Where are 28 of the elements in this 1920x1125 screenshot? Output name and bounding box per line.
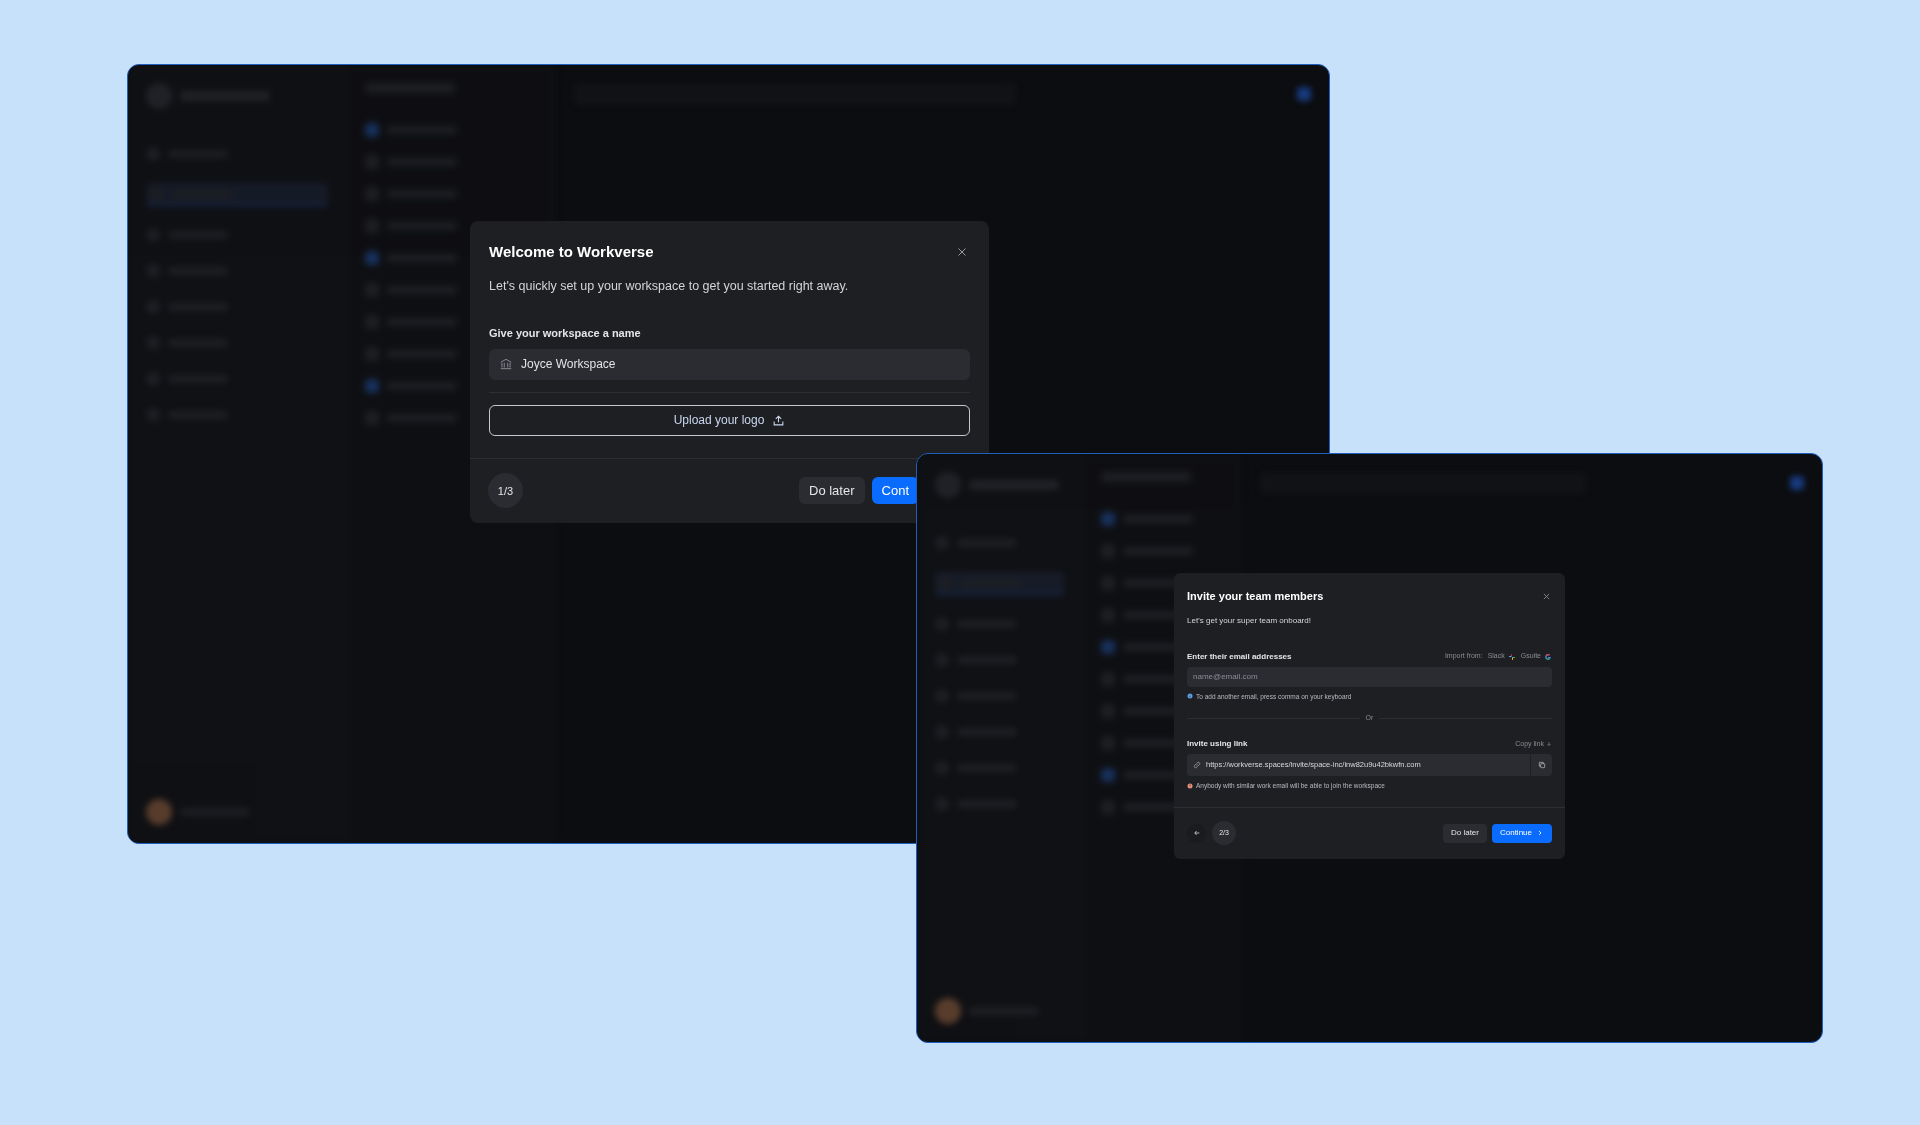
g-logo-icon	[1544, 652, 1552, 661]
continue-button[interactable]: Cont	[871, 477, 919, 505]
bank-icon	[499, 357, 513, 372]
field-label: Enter their email addresses	[1187, 650, 1292, 663]
modal-subtitle: Let’s get your super team onboard!	[1187, 614, 1312, 627]
upload-logo-button[interactable]: Upload your logo	[489, 404, 970, 436]
step-indicator: 1/3	[488, 473, 523, 509]
modal-title: Welcome to Workverse	[489, 242, 654, 262]
hash-logo-icon	[1507, 652, 1516, 661]
do-later-button[interactable]: Do later	[799, 477, 865, 505]
do-later-button[interactable]: Do later	[1442, 823, 1487, 843]
chevron-right-icon	[1536, 829, 1544, 838]
modal-title: Invite your team members	[1187, 589, 1324, 604]
modal-subtitle: Let's quickly set up your workspace to get you started right away.	[489, 277, 850, 295]
arrow-left-icon	[1192, 829, 1201, 838]
field-label: Give your workspace a name	[489, 326, 642, 342]
back-button[interactable]	[1187, 823, 1206, 843]
continue-button[interactable]: Continue	[1491, 823, 1552, 843]
warning-icon	[1187, 782, 1193, 789]
email-field[interactable]: name@email.com	[1187, 666, 1552, 687]
workspace-name-field[interactable]: Joyce Workspace	[489, 348, 970, 380]
info-icon	[1187, 693, 1193, 700]
arrow-down-icon	[1546, 740, 1552, 747]
close-icon	[1541, 591, 1551, 601]
upload-icon	[772, 413, 786, 427]
link-icon	[1193, 760, 1201, 769]
copy-icon	[1537, 760, 1546, 769]
field-label: Invite using link	[1187, 737, 1248, 750]
